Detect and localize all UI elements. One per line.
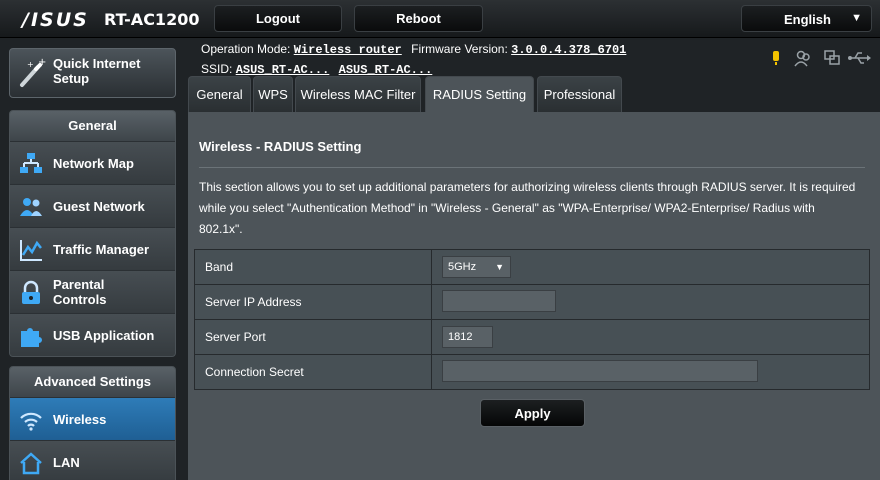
sidebar-advanced-heading: Advanced Settings [10,367,175,397]
language-value: English [784,12,831,27]
band-select[interactable]: 5GHz ▼ [442,256,511,278]
page-description: This section allows you to set up additi… [199,180,856,236]
language-select[interactable]: English ▼ [741,5,872,32]
asus-logo: /ISUS [22,9,89,31]
sidebar-item-label: Wireless [53,412,107,427]
usb-icon[interactable] [848,52,871,64]
sidebar-item-label: USB Application [53,328,155,343]
network-map-icon [20,153,42,173]
ssid-link-1[interactable]: ASUS_RT-AC... [236,63,330,77]
sidebar-item-label: Guest Network [53,199,145,214]
sidebar-item-guest-network[interactable]: Guest Network [10,184,175,227]
tab-wps[interactable]: WPS [253,76,293,112]
band-value: 5GHz [448,261,477,273]
chevron-down-icon: ▼ [495,262,504,272]
sidebar-general-heading: General [10,111,175,141]
sidebar-item-lan[interactable]: LAN [10,440,175,480]
table-row: Band 5GHz ▼ [194,249,870,285]
tab-general[interactable]: General [188,76,251,112]
sidebar-item-label: Network Map [53,156,134,171]
magic-wand-icon: + + [20,57,46,87]
logout-button[interactable]: Logout [214,5,342,32]
connection-secret-label: Connection Secret [194,354,432,390]
server-ip-label: Server IP Address [194,284,432,320]
page-title: Wireless - RADIUS Setting [199,139,362,154]
sidebar-item-usb-application[interactable]: USB Application [10,313,175,356]
clients-icon[interactable] [794,50,810,67]
svg-text:+: + [38,57,46,68]
sidebar-item-label: LAN [53,455,80,470]
notification-icon[interactable] [773,51,779,65]
connection-secret-input[interactable] [442,359,758,382]
tab-professional[interactable]: Professional [537,76,622,112]
sidebar-advanced-group: Advanced Settings Wireless LAN [9,366,176,480]
table-row: Server IP Address [194,284,870,320]
table-row: Server Port 1812 [194,319,870,355]
operation-mode-label: Operation Mode: [201,42,291,56]
top-bar: /ISUS RT-AC1200 Logout Reboot English ▼ [0,0,880,38]
connection-icon[interactable] [824,50,840,65]
sidebar-item-wireless[interactable]: Wireless [10,397,175,440]
chevron-down-icon: ▼ [851,12,862,24]
ssid-link-2[interactable]: ASUS_RT-AC... [339,63,433,77]
traffic-manager-icon [20,240,42,261]
apply-button[interactable]: Apply [480,399,585,427]
quick-internet-setup-label: Quick Internet Setup [53,56,141,86]
sidebar-item-label: Traffic Manager [53,242,150,257]
server-ip-input[interactable] [442,289,556,312]
reboot-button[interactable]: Reboot [354,5,483,32]
sidebar-item-parental-controls[interactable]: Parental Controls [10,270,175,313]
wifi-icon [20,412,42,431]
band-label: Band [194,249,432,285]
router-info: Operation Mode: Wireless router Firmware… [201,40,626,80]
home-icon [20,452,42,475]
firmware-label: Firmware Version: [411,42,508,56]
operation-mode-link[interactable]: Wireless router [294,43,402,57]
sidebar-item-traffic-manager[interactable]: Traffic Manager [10,227,175,270]
server-port-label: Server Port [194,319,432,355]
sidebar-item-network-map[interactable]: Network Map [10,141,175,184]
puzzle-icon [21,328,42,347]
guest-network-icon [20,198,42,216]
tab-wireless-mac-filter[interactable]: Wireless MAC Filter [295,76,421,112]
status-icons [773,50,871,67]
divider [199,167,865,168]
radius-settings-table: Band 5GHz ▼ Server IP Address Server Por… [194,249,870,390]
operation-mode-row: Operation Mode: Wireless router Firmware… [201,40,626,60]
content-panel: Wireless - RADIUS Setting This section a… [188,112,880,480]
tab-radius-setting[interactable]: RADIUS Setting [425,76,534,112]
model-name: RT-AC1200 [104,10,200,29]
lock-icon [22,280,40,304]
svg-text:+: + [27,60,34,69]
sidebar-general-group: General Network Map Guest Network Traffi… [9,110,176,357]
firmware-version-link[interactable]: 3.0.0.4.378_6701 [511,43,626,57]
server-port-input[interactable]: 1812 [442,326,493,348]
table-row: Connection Secret [194,354,870,390]
ssid-label: SSID: [201,62,233,76]
sidebar-item-label: Parental Controls [53,277,107,307]
quick-internet-setup-button[interactable]: + + Quick Internet Setup [9,48,176,98]
